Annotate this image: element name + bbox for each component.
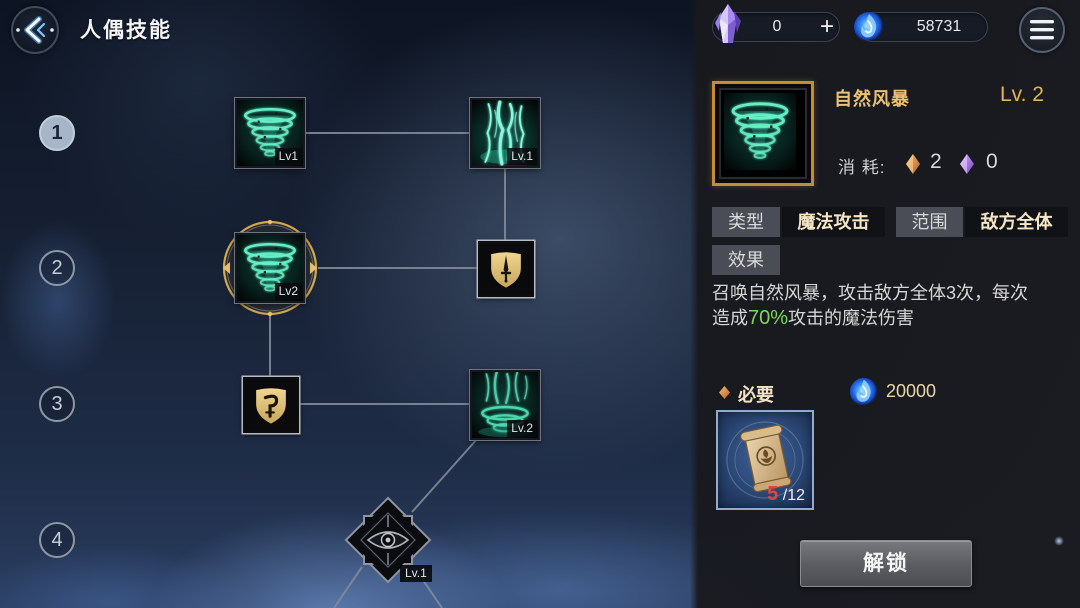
add-crystal-button[interactable]: + [816, 14, 838, 40]
range-label: 范围 [896, 207, 963, 237]
skill-level-badge: Lv.1 [400, 565, 432, 582]
purple-gem-icon [960, 154, 974, 174]
skill-level: Lv. 2 [1000, 83, 1044, 106]
unlock-button[interactable]: 解锁 [800, 540, 972, 587]
skill-node-vortex[interactable]: Lv.2 [470, 370, 540, 440]
requirement-label: 必要 [738, 385, 774, 405]
orange-gem-icon [906, 154, 920, 174]
skill-name: 自然风暴 [834, 89, 910, 109]
selected-skill-icon-frame [712, 81, 814, 186]
skill-node-shield-dagger[interactable] [478, 241, 534, 297]
flame-amount: 58731 [916, 18, 962, 35]
range-value: 敌方全体 [965, 207, 1068, 237]
skill-level-badge: Lv2 [274, 283, 302, 300]
skill-description: 召唤自然风暴，攻击敌方全体3次，每次 造成70%攻击的魔法伤害 [712, 281, 1028, 331]
tornado-icon [724, 93, 796, 170]
item-owned-count: 5 [767, 483, 779, 505]
description-text: 造成 [712, 308, 748, 328]
cost-label: 消 耗: [838, 158, 886, 177]
description-text: 攻击的魔法伤害 [788, 308, 915, 328]
shield-hook-icon [245, 379, 297, 431]
type-value: 魔法攻击 [782, 207, 885, 237]
required-item-card[interactable]: 5 /12 [716, 410, 814, 510]
item-required-count: /12 [782, 487, 805, 504]
crystal-icon [715, 4, 741, 43]
hamburger-menu-icon [1030, 20, 1054, 40]
description-line-1: 召唤自然风暴，攻击敌方全体3次，每次 [712, 283, 1029, 303]
menu-button[interactable] [1019, 7, 1065, 53]
skill-node-shield-hook[interactable] [243, 377, 299, 433]
cost-purple-value: 0 [986, 150, 998, 173]
orange-diamond-bullet-icon [719, 386, 730, 399]
cost-orange-value: 2 [930, 150, 942, 173]
effect-label: 效果 [712, 245, 780, 275]
skill-level-badge: Lv.1 [507, 148, 537, 165]
crystal-amount: 0 [772, 18, 782, 35]
skill-node-tornado-selected[interactable]: Lv2 [235, 233, 305, 303]
type-label: 类型 [712, 207, 780, 237]
item-count: 5 /12 [767, 483, 805, 506]
description-line-2: 造成70%攻击的魔法伤害 [712, 306, 1028, 331]
skill-level-badge: Lv.2 [507, 420, 537, 437]
shield-dagger-icon [480, 243, 532, 295]
skill-node-tornado[interactable]: Lv1 [235, 98, 305, 168]
skill-level-badge: Lv1 [274, 148, 302, 165]
skill-node-lightning[interactable]: Lv.1 [470, 98, 540, 168]
damage-percent-highlight: 70% [748, 307, 789, 329]
requirement-flame-cost: 20000 [886, 381, 937, 401]
sparkle-decoration [1054, 536, 1064, 546]
blue-flame-icon [854, 12, 884, 42]
blue-flame-icon [849, 377, 879, 407]
